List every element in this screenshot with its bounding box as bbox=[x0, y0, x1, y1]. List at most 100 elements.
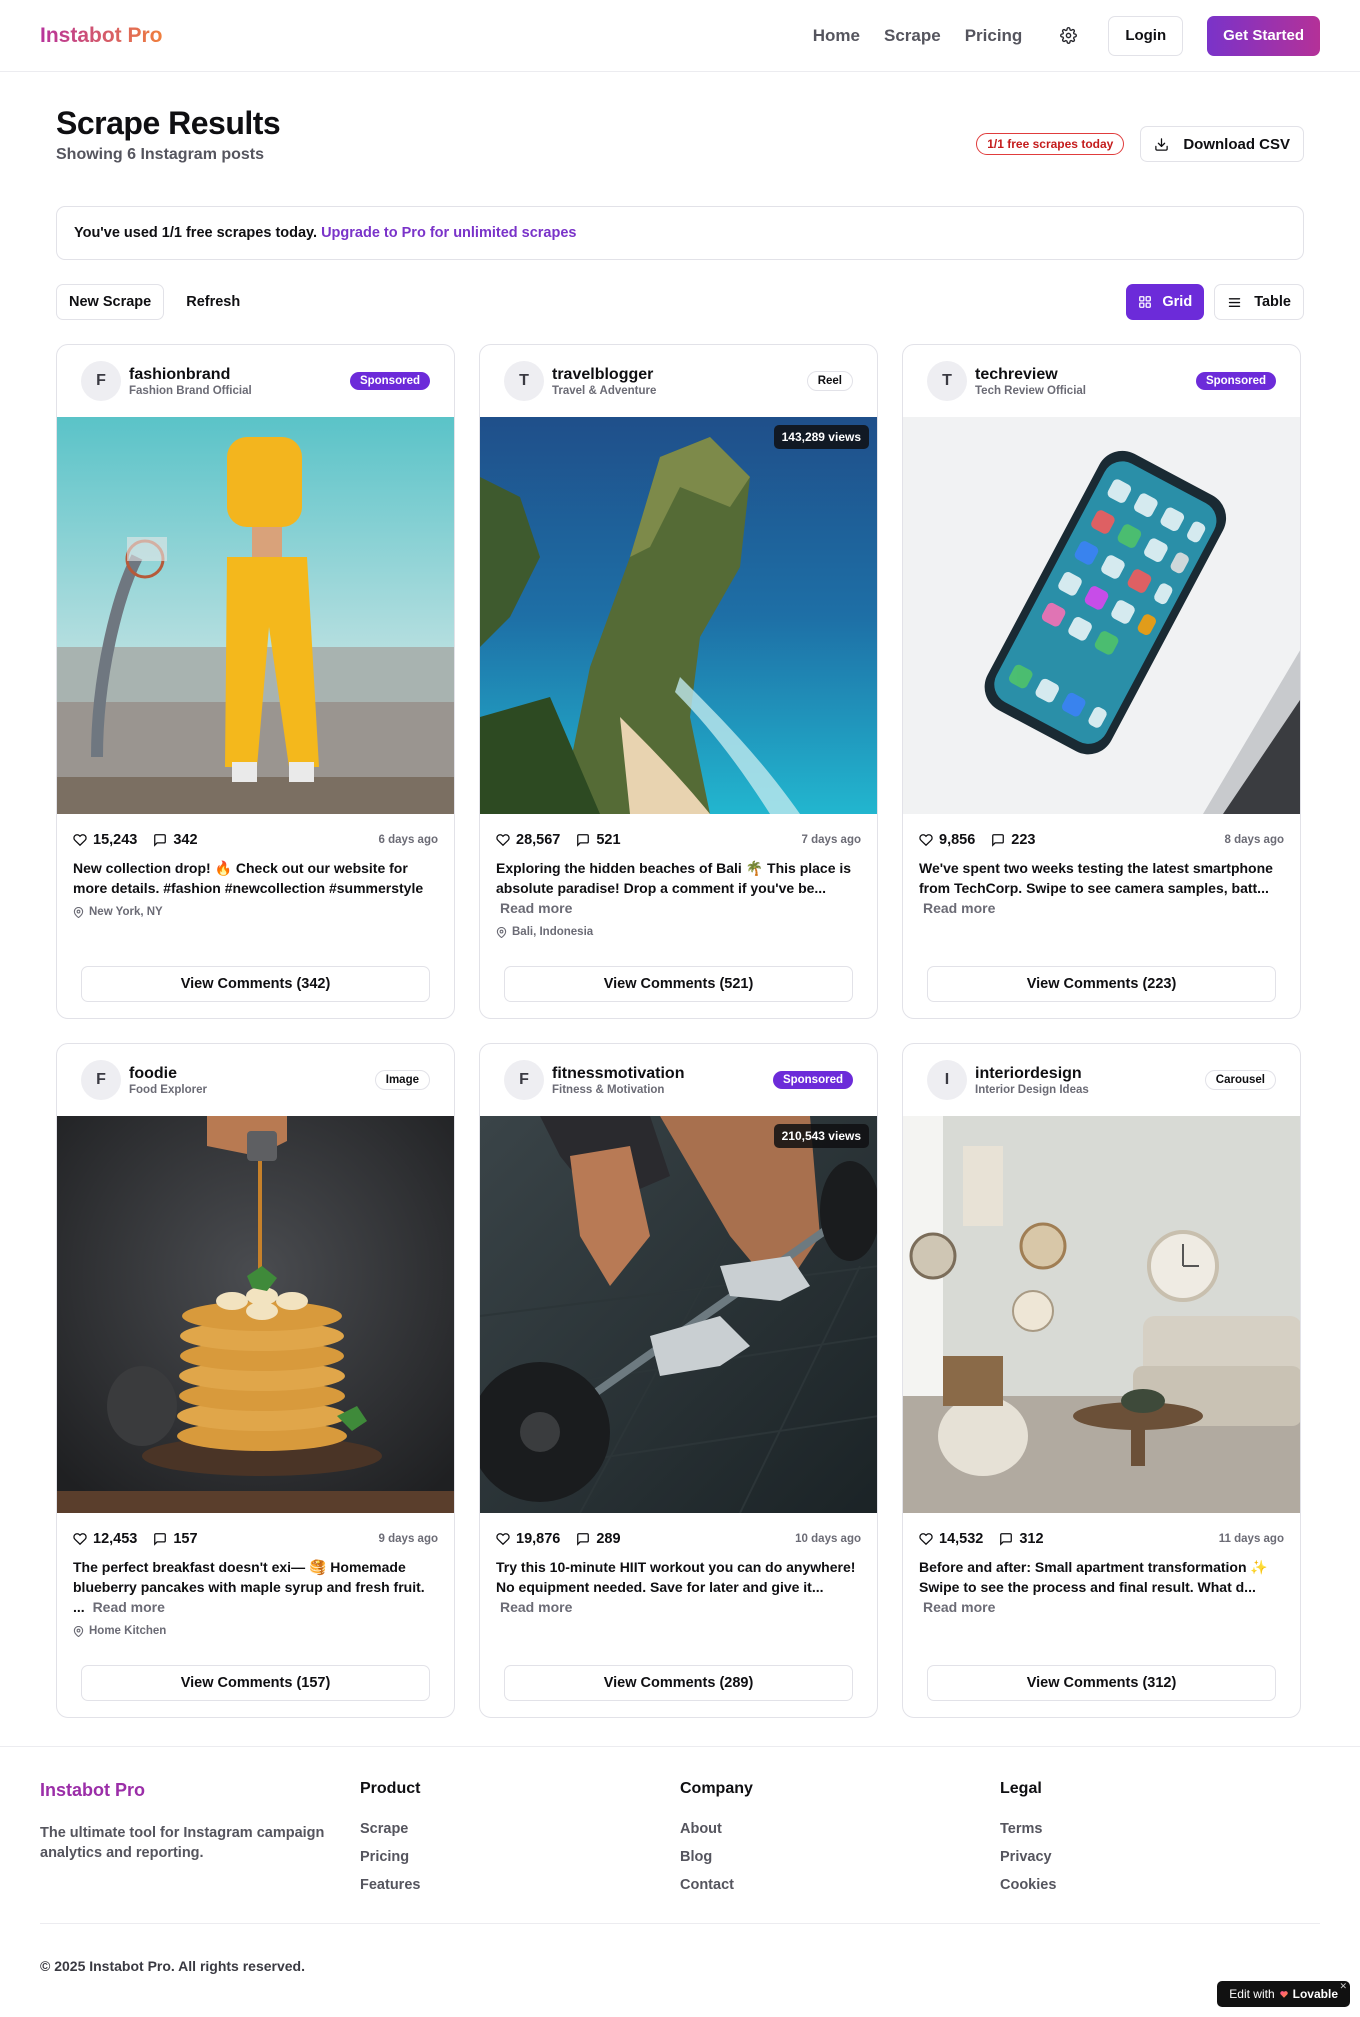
post-image[interactable]: 143,289 views bbox=[480, 417, 877, 814]
grid-view-button[interactable]: Grid bbox=[1126, 284, 1205, 320]
brand-logo[interactable]: Instabot Pro bbox=[40, 24, 163, 48]
nav-actions: Home Scrape Pricing Login Get Started bbox=[813, 15, 1320, 56]
footer-heading: Company bbox=[680, 1780, 753, 1797]
view-comments-button[interactable]: View Comments (223) bbox=[927, 966, 1276, 1002]
post-card: F fitnessmotivation Fitness & Motivation… bbox=[479, 1043, 878, 1718]
footer-link-blog[interactable]: Blog bbox=[680, 1848, 1000, 1866]
post-image[interactable] bbox=[57, 1116, 454, 1513]
post-header: T travelblogger Travel & Adventure Reel bbox=[480, 345, 877, 417]
site-footer: Instabot Pro The ultimate tool for Insta… bbox=[0, 1746, 1360, 1974]
post-caption: We've spent two weeks testing the latest… bbox=[919, 858, 1284, 918]
comment-icon bbox=[154, 1533, 167, 1546]
download-csv-label: Download CSV bbox=[1183, 135, 1290, 153]
download-csv-button[interactable]: Download CSV bbox=[1140, 126, 1304, 162]
heart-icon bbox=[919, 834, 933, 847]
close-icon[interactable]: ✕ bbox=[1339, 1981, 1347, 1992]
likes-stat: 19,876 bbox=[496, 1531, 560, 1547]
footer-brand[interactable]: Instabot Pro bbox=[40, 1780, 360, 1801]
post-stats: 28,567 521 7 days ago bbox=[496, 830, 861, 850]
likes-stat: 28,567 bbox=[496, 832, 560, 848]
post-caption: The perfect breakfast doesn't exi— 🥞 Hom… bbox=[73, 1557, 438, 1617]
post-type-badge: Sponsored bbox=[1195, 372, 1276, 390]
settings-button[interactable] bbox=[1048, 16, 1088, 56]
avatar[interactable]: F bbox=[504, 1060, 544, 1100]
comment-icon bbox=[577, 834, 590, 847]
post-image[interactable] bbox=[903, 1116, 1300, 1513]
lovable-name: Lovable bbox=[1292, 1987, 1338, 2001]
likes-count: 9,856 bbox=[939, 832, 976, 848]
comments-stat: 289 bbox=[576, 1531, 621, 1547]
footer-link-scrape[interactable]: Scrape bbox=[360, 1820, 680, 1838]
post-image[interactable] bbox=[57, 417, 454, 814]
get-started-button[interactable]: Get Started bbox=[1207, 15, 1320, 56]
refresh-button[interactable]: Refresh bbox=[174, 284, 252, 320]
views-badge: 143,289 views bbox=[773, 425, 869, 449]
map-pin-icon bbox=[496, 926, 507, 938]
post-location: Bali, Indonesia bbox=[496, 926, 861, 938]
post-image[interactable] bbox=[903, 417, 1300, 814]
nav-link-home[interactable]: Home bbox=[813, 26, 860, 46]
views-badge: 210,543 views bbox=[773, 1124, 869, 1148]
footer-link-pricing[interactable]: Pricing bbox=[360, 1848, 680, 1866]
footer-link-about[interactable]: About bbox=[680, 1820, 1000, 1838]
view-comments-button[interactable]: View Comments (289) bbox=[504, 1665, 853, 1701]
avatar[interactable]: T bbox=[504, 361, 544, 401]
footer-link-contact[interactable]: Contact bbox=[680, 1876, 1000, 1894]
view-comments-button[interactable]: View Comments (312) bbox=[927, 1665, 1276, 1701]
read-more-link[interactable]: Read more bbox=[500, 1599, 572, 1615]
avatar[interactable]: I bbox=[927, 1060, 967, 1100]
post-card: I interiordesign Interior Design Ideas C… bbox=[902, 1043, 1301, 1718]
view-toggle: Grid Table bbox=[1126, 284, 1304, 320]
map-pin-icon bbox=[73, 1625, 84, 1637]
login-button[interactable]: Login bbox=[1108, 15, 1184, 56]
comments-count: 157 bbox=[173, 1531, 198, 1547]
view-comments-button[interactable]: View Comments (157) bbox=[81, 1665, 430, 1701]
living-room-photo bbox=[903, 1116, 1300, 1513]
likes-count: 14,532 bbox=[939, 1531, 984, 1547]
fashion-photo bbox=[57, 417, 454, 814]
post-location: New York, NY bbox=[73, 906, 438, 918]
footer-link-cookies[interactable]: Cookies bbox=[1000, 1876, 1320, 1894]
likes-count: 19,876 bbox=[516, 1531, 561, 1547]
view-comments-button[interactable]: View Comments (521) bbox=[504, 966, 853, 1002]
smartphone-photo bbox=[903, 417, 1300, 814]
comments-count: 521 bbox=[596, 832, 621, 848]
avatar[interactable]: F bbox=[81, 1060, 121, 1100]
footer-link-privacy[interactable]: Privacy bbox=[1000, 1848, 1320, 1866]
footer-link-features[interactable]: Features bbox=[360, 1876, 680, 1894]
location-text: Bali, Indonesia bbox=[512, 926, 594, 938]
nav-link-scrape[interactable]: Scrape bbox=[884, 26, 941, 46]
read-more-link[interactable]: Read more bbox=[923, 900, 995, 916]
comment-icon bbox=[154, 834, 167, 847]
post-username[interactable]: fashionbrand bbox=[129, 366, 252, 384]
map-pin-icon bbox=[73, 906, 84, 918]
caption-text: We've spent two weeks testing the latest… bbox=[919, 860, 1273, 896]
footer-heading: Legal bbox=[1000, 1780, 1042, 1797]
post-username[interactable]: interiordesign bbox=[975, 1065, 1089, 1083]
footer-link-terms[interactable]: Terms bbox=[1000, 1820, 1320, 1838]
read-more-link[interactable]: Read more bbox=[93, 1599, 165, 1615]
post-username[interactable]: techreview bbox=[975, 366, 1086, 384]
avatar[interactable]: F bbox=[81, 361, 121, 401]
post-username[interactable]: foodie bbox=[129, 1065, 207, 1083]
nav-link-pricing[interactable]: Pricing bbox=[965, 26, 1023, 46]
post-username[interactable]: travelblogger bbox=[552, 366, 656, 384]
read-more-link[interactable]: Read more bbox=[500, 900, 572, 916]
edit-with-lovable-badge[interactable]: Edit with Lovable ✕ bbox=[1217, 1981, 1350, 2007]
new-scrape-button[interactable]: New Scrape bbox=[56, 284, 165, 320]
table-view-button[interactable]: Table bbox=[1214, 284, 1304, 320]
read-more-link[interactable]: Read more bbox=[923, 1599, 995, 1615]
post-username[interactable]: fitnessmotivation bbox=[552, 1065, 684, 1083]
view-comments-button[interactable]: View Comments (342) bbox=[81, 966, 430, 1002]
upgrade-link[interactable]: Upgrade to Pro for unlimited scrapes bbox=[321, 225, 576, 241]
post-header: F foodie Food Explorer Image bbox=[57, 1044, 454, 1116]
comments-stat: 312 bbox=[999, 1531, 1044, 1547]
avatar[interactable]: T bbox=[927, 361, 967, 401]
post-image[interactable]: 210,543 views bbox=[480, 1116, 877, 1513]
post-fullname: Fashion Brand Official bbox=[129, 384, 252, 397]
comment-icon bbox=[577, 1533, 590, 1546]
post-age: 9 days ago bbox=[378, 1533, 438, 1545]
caption-text: Before and after: Small apartment transf… bbox=[919, 1559, 1268, 1595]
location-text: New York, NY bbox=[89, 906, 163, 918]
gear-icon bbox=[1059, 27, 1077, 44]
